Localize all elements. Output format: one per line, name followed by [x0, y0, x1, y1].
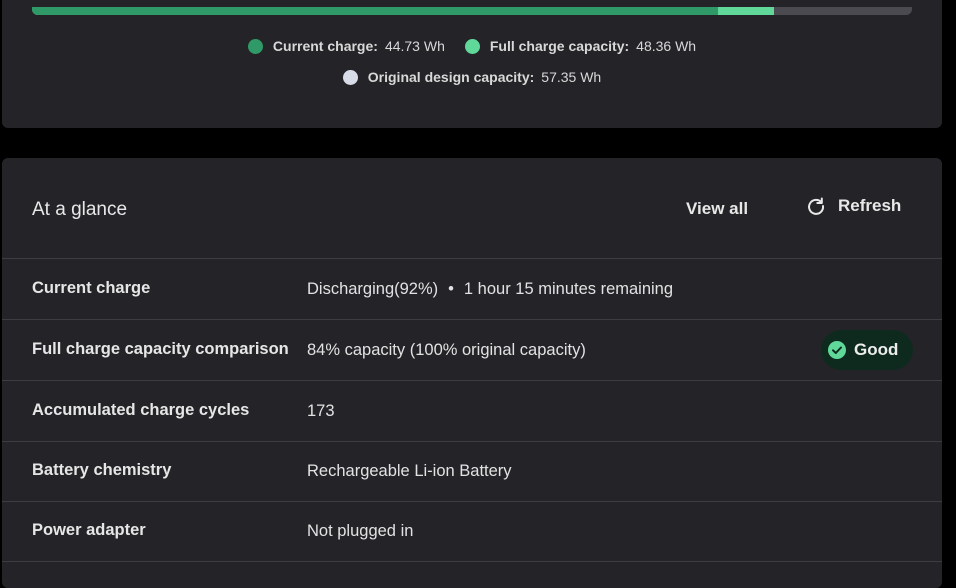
status-badge: Good	[821, 330, 914, 370]
discharge-status: Discharging(92%)	[307, 280, 439, 298]
bullet-separator: •	[448, 280, 454, 298]
legend-value: 57.35 Wh	[541, 69, 602, 85]
legend-current-charge: Current charge: 44.73 Wh	[247, 38, 445, 54]
legend-label: Original design capacity:	[367, 69, 535, 85]
legend-value: 48.36 Wh	[636, 38, 697, 54]
current-charge-dot-icon	[247, 38, 263, 54]
row-label: Full charge capacity comparison	[32, 340, 289, 358]
row-label: Power adapter	[32, 521, 146, 539]
refresh-label: Refresh	[838, 196, 902, 215]
view-all-button[interactable]: View all	[686, 199, 748, 219]
full-charge-dot-icon	[464, 38, 480, 54]
current-charge-fill	[32, 7, 719, 15]
legend-row: Original design capacity: 57.35 Wh	[2, 69, 942, 85]
glance-title: At a glance	[32, 199, 128, 220]
at-a-glance-card: At a glance View all Refresh Current cha…	[2, 158, 942, 588]
refresh-icon	[808, 197, 825, 215]
row-value: Rechargeable Li-ion Battery	[307, 462, 512, 480]
legend-label: Full charge capacity:	[489, 38, 630, 54]
row-label: Current charge	[32, 279, 151, 297]
capacity-progress-bar	[32, 7, 912, 15]
row-battery-chemistry: Battery chemistry Rechargeable Li-ion Ba…	[2, 441, 942, 502]
refresh-button[interactable]: Refresh	[806, 196, 901, 216]
legend-row: Current charge: 44.73 Wh Full charge cap…	[2, 38, 942, 54]
row-value: 84% capacity (100% original capacity)	[307, 341, 586, 359]
row-full-charge-capacity-comparison: Full charge capacity comparison 84% capa…	[2, 320, 942, 381]
row-accumulated-charge-cycles: Accumulated charge cycles 173	[2, 381, 942, 442]
legend-label: Current charge:	[272, 38, 378, 54]
legend-full-charge-capacity: Full charge capacity: 48.36 Wh	[464, 38, 697, 54]
row-label: Accumulated charge cycles	[32, 401, 250, 419]
row-current-charge: Current charge Discharging(92%) • 1 hour 1…	[2, 259, 942, 320]
row-value: Not plugged in	[307, 522, 414, 540]
time-remaining: 1 hour 15 minutes remaining	[463, 280, 674, 298]
legend-value: 44.73 Wh	[384, 38, 445, 54]
badge-label: Good	[854, 340, 899, 359]
glance-header: At a glance View all Refresh	[2, 158, 942, 259]
row-value: 173	[307, 402, 335, 420]
row-power-adapter: Power adapter Not plugged in	[2, 501, 942, 562]
design-capacity-dot-icon	[342, 69, 358, 85]
legend-original-design-capacity: Original design capacity: 57.35 Wh	[342, 69, 602, 85]
capacity-card: Current charge: 44.73 Wh Full charge cap…	[2, 0, 942, 128]
check-circle-icon	[828, 341, 846, 359]
row-value: Discharging(92%) • 1 hour 15 minutes remai…	[307, 280, 673, 299]
row-label: Battery chemistry	[32, 461, 172, 479]
